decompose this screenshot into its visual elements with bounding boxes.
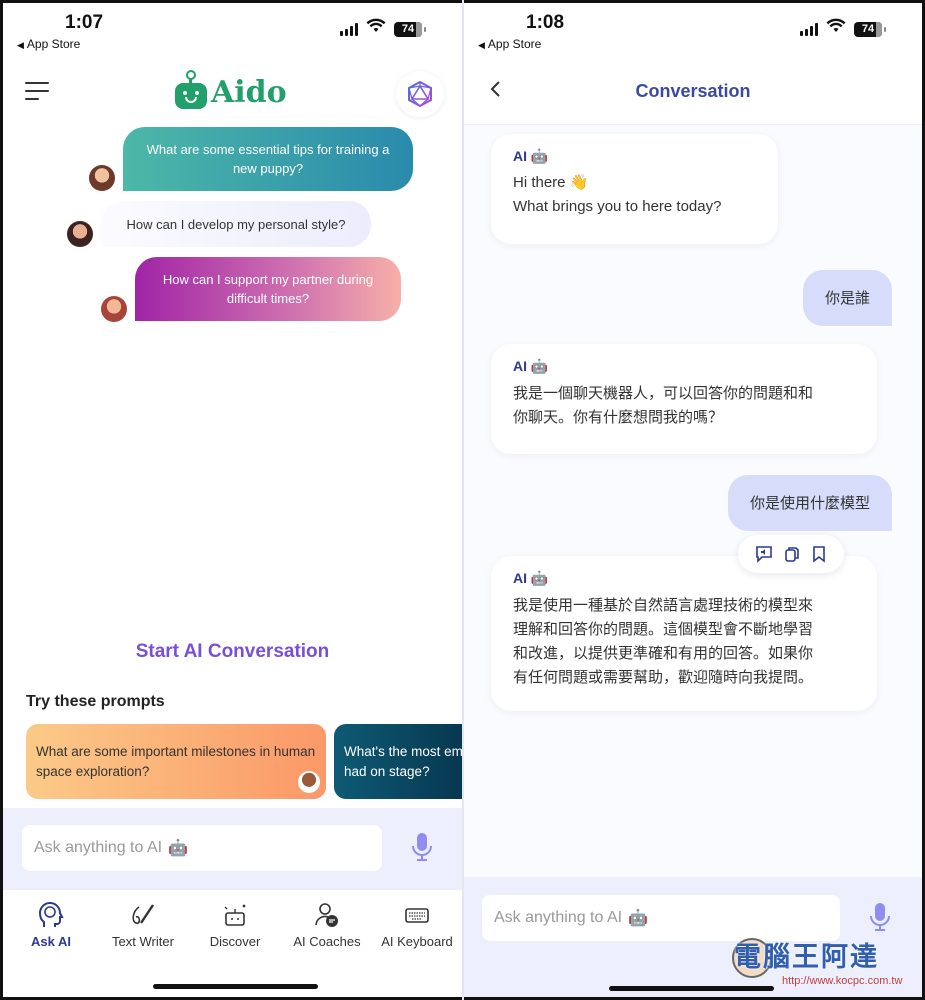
- sample-prompt-bubble[interactable]: What are some essential tips for trainin…: [123, 127, 413, 191]
- coach-icon: [315, 903, 338, 927]
- icosahedron-icon: [408, 80, 432, 108]
- microphone-icon[interactable]: [411, 832, 433, 862]
- speak-icon[interactable]: [755, 545, 773, 563]
- input-placeholder: Ask anything to AI: [494, 909, 623, 926]
- prompt-card[interactable]: What's the most embarrassing moment you'…: [334, 724, 462, 799]
- ai-message: AI 🤖 Hi there 👋 What brings you to here …: [491, 134, 778, 244]
- sample-prompt-bubble[interactable]: How can I develop my personal style?: [101, 201, 371, 247]
- brain-head-icon: [38, 902, 64, 927]
- battery-level: 74: [861, 23, 875, 35]
- ai-sender-tag: AI 🤖: [513, 358, 549, 374]
- nav-label: Text Writer: [112, 934, 174, 949]
- status-bar: 1:07 ◀ App Store 74: [3, 3, 462, 61]
- user-message: 你是誰: [802, 270, 892, 326]
- message-line: 有任何問題或需要幫助，歡迎隨時向我提問。: [513, 668, 814, 686]
- robot-icon: 🤖: [530, 148, 549, 164]
- back-to-app-store[interactable]: ◀ App Store: [478, 37, 541, 51]
- sample-prompt-text: How can I support my partner during diff…: [162, 272, 374, 306]
- home-indicator[interactable]: [153, 984, 318, 989]
- input-placeholder: Ask anything to AI: [34, 839, 163, 856]
- back-to-app-store[interactable]: ◀ App Store: [17, 37, 80, 51]
- message-line: 和改進，以提供更準確和有用的回答。如果你: [513, 644, 814, 662]
- message-line: 我是使用一種基於自然語言處理技術的模型來: [513, 596, 814, 614]
- wifi-icon: [826, 18, 846, 39]
- pen-icon: [132, 904, 154, 925]
- back-app-label: App Store: [26, 37, 81, 51]
- avatar: [298, 771, 320, 793]
- signal-icon: [340, 23, 358, 36]
- message-line: What brings you to here today?: [513, 198, 722, 215]
- watermark-url: http://www.kocpc.com.tw: [782, 975, 903, 987]
- avatar: [89, 165, 115, 191]
- message-line: 你聊天。你有什麼想問我的嗎？: [513, 408, 724, 426]
- app-logo: Aido: [175, 69, 287, 110]
- sample-prompt-bubble[interactable]: How can I support my partner during diff…: [135, 257, 401, 321]
- ai-message: AI 🤖 我是一個聊天機器人，可以回答你的問題和和 你聊天。你有什麼想問我的嗎？: [491, 344, 877, 454]
- nav-text-writer[interactable]: Text Writer: [97, 900, 189, 949]
- signal-icon: [800, 23, 818, 36]
- robot-icon: 🤖: [168, 840, 188, 857]
- back-triangle-icon: ◀: [478, 40, 485, 50]
- message-actions: [738, 535, 844, 573]
- back-triangle-icon: ◀: [17, 40, 24, 50]
- logo-text: Aido: [211, 75, 287, 110]
- back-app-label: App Store: [487, 37, 542, 51]
- status-time: 1:08: [526, 12, 565, 33]
- conversation-screen: 1:08 ◀ App Store 74 Conversation AI 🤖 Hi …: [464, 3, 922, 997]
- battery-icon: 74: [854, 22, 886, 37]
- wifi-icon: [366, 18, 386, 39]
- nav-ai-keyboard[interactable]: AI Keyboard: [371, 900, 462, 949]
- avatar: [101, 296, 127, 322]
- bookmark-icon[interactable]: [811, 545, 827, 563]
- robot-logo-icon: [175, 69, 207, 109]
- start-ai-conversation-button[interactable]: Start AI Conversation: [3, 641, 462, 663]
- nav-label: AI Coaches: [293, 934, 361, 949]
- battery-icon: 74: [394, 22, 426, 37]
- robot-icon: 🤖: [628, 910, 648, 927]
- message-line: 理解和回答你的問題。這個模型會不斷地學習: [513, 620, 814, 638]
- avatar: [67, 221, 93, 247]
- robot-icon: 🤖: [530, 358, 549, 374]
- ask-input[interactable]: Ask anything to AI 🤖: [22, 825, 382, 871]
- ai-sender-tag: AI 🤖: [513, 148, 549, 164]
- nav-label: Ask AI: [31, 934, 71, 949]
- prompt-card[interactable]: What are some important milestones in hu…: [26, 724, 326, 799]
- prompt-card-text: What are some important milestones in hu…: [36, 744, 316, 779]
- keyboard-icon: [405, 908, 429, 923]
- ai-message: AI 🤖 我是使用一種基於自然語言處理技術的模型來 理解和回答你的問題。這個模型…: [491, 556, 877, 711]
- status-time: 1:07: [65, 12, 104, 33]
- message-line: Hi there 👋: [513, 174, 589, 191]
- page-title: Conversation: [635, 81, 751, 101]
- try-prompts-heading: Try these prompts: [26, 693, 165, 710]
- premium-button[interactable]: [396, 71, 444, 117]
- home-screen: 1:07 ◀ App Store 74 Aido What are some es…: [3, 3, 462, 997]
- input-bar: Ask anything to AI 🤖: [3, 808, 462, 890]
- prompt-card-text: What's the most embarrassing moment you'…: [344, 744, 462, 779]
- status-bar: 1:08 ◀ App Store 74: [464, 3, 922, 61]
- robot-sparkle-icon: [224, 904, 246, 926]
- copy-icon[interactable]: [783, 545, 801, 563]
- nav-label: Discover: [209, 934, 261, 949]
- nav-discover[interactable]: Discover: [189, 900, 281, 949]
- microphone-icon[interactable]: [869, 902, 891, 932]
- message-line: 我是一個聊天機器人，可以回答你的問題和和: [513, 384, 814, 402]
- watermark-text: 電腦王阿達: [734, 942, 879, 972]
- nav-ai-coaches[interactable]: AI Coaches: [281, 900, 373, 949]
- conversation-header: Conversation: [464, 61, 922, 125]
- robot-icon: 🤖: [530, 570, 549, 586]
- nav-ask-ai[interactable]: Ask AI: [5, 900, 97, 949]
- menu-icon[interactable]: [25, 82, 49, 106]
- battery-level: 74: [401, 23, 415, 35]
- sample-prompt-text: How can I develop my personal style?: [126, 216, 346, 232]
- bottom-nav: Ask AI Text Writer Discover AI Coaches A…: [3, 890, 462, 997]
- home-indicator[interactable]: [609, 986, 774, 991]
- nav-label: AI Keyboard: [381, 934, 453, 949]
- sample-prompt-text: What are some essential tips for trainin…: [146, 142, 390, 176]
- user-message: 你是使用什麼模型: [727, 475, 892, 531]
